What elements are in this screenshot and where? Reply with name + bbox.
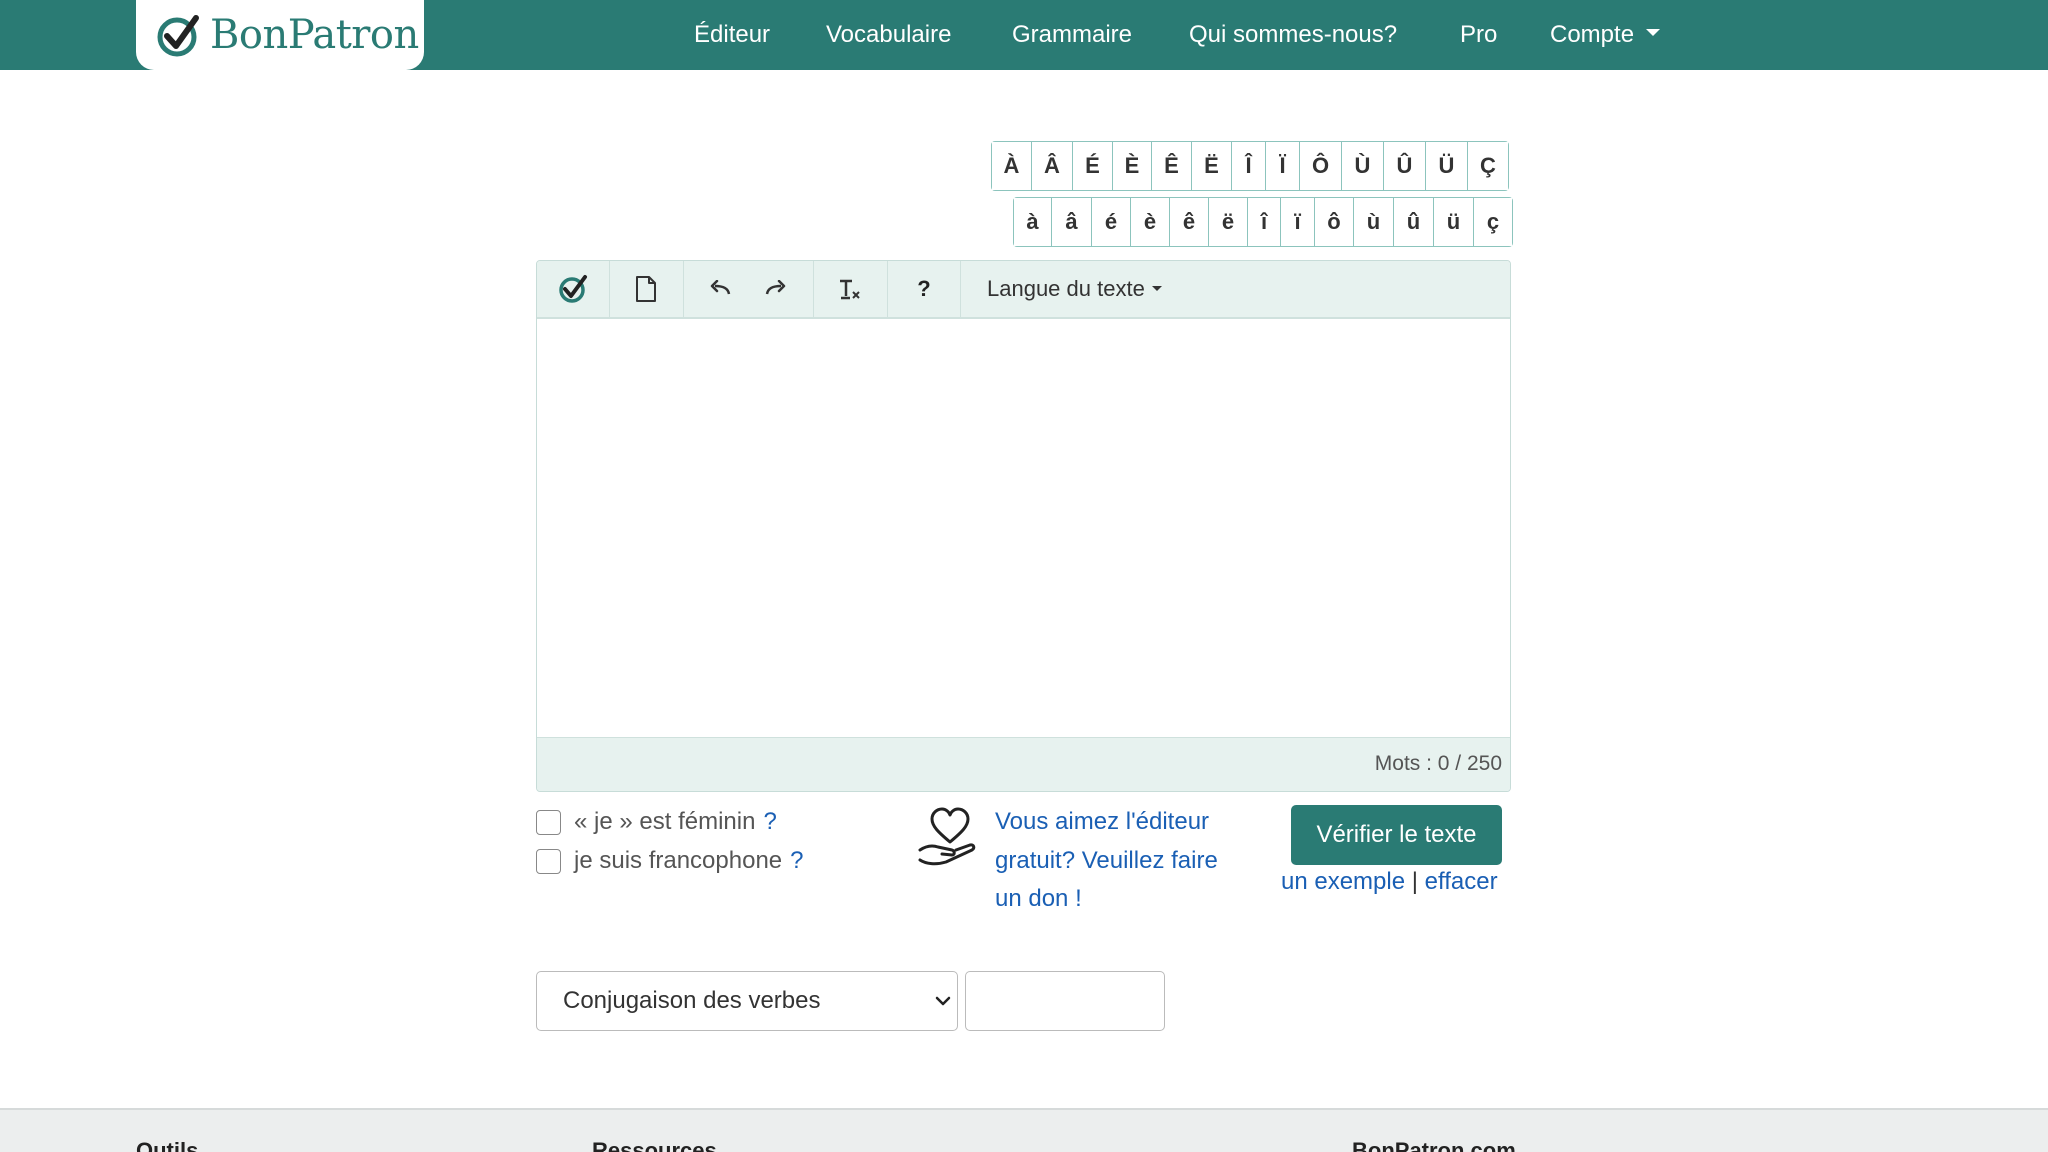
francophone-checkbox[interactable] — [536, 848, 561, 874]
nav-item-compte[interactable]: Compte — [1550, 0, 1661, 70]
feminine-checkbox[interactable] — [536, 809, 561, 835]
caret-down-icon — [1151, 285, 1162, 291]
lower-accent-key[interactable]: ô — [1315, 198, 1354, 246]
tool-select[interactable]: Conjugaison des verbes — [536, 971, 958, 1031]
upper-accent-key[interactable]: Î — [1232, 142, 1266, 190]
upper-accent-key[interactable]: È — [1113, 142, 1152, 190]
chevron-down-icon — [935, 996, 951, 1006]
lower-accent-key[interactable]: ê — [1170, 198, 1209, 246]
word-count: Mots : 0 / 250 — [537, 737, 1510, 791]
lower-accent-key[interactable]: ù — [1354, 198, 1394, 246]
redo-icon — [765, 280, 786, 295]
clear-link[interactable]: effacer — [1425, 868, 1498, 895]
upper-accent-key[interactable]: Ç — [1468, 142, 1508, 190]
upper-accent-key[interactable]: É — [1073, 142, 1113, 190]
new-document-icon — [636, 276, 656, 302]
donate-link[interactable]: Vous aimez l'éditeur gratuit? Veuillez f… — [995, 803, 1240, 919]
editor-toolbar: ? Langue du texte — [537, 261, 1510, 319]
check-circle-icon — [559, 275, 587, 303]
text-editor: ? Langue du texte Mots : 0 / 250 — [536, 260, 1511, 792]
lower-accent-key[interactable]: û — [1394, 198, 1434, 246]
check-text-button[interactable] — [537, 261, 609, 317]
nav-item-pro[interactable]: Pro — [1460, 0, 1497, 70]
lower-accent-key[interactable]: ü — [1434, 198, 1474, 246]
top-navbar: BonPatron Éditeur Vocabulaire Grammaire … — [0, 0, 2048, 70]
lower-accent-key[interactable]: ï — [1281, 198, 1315, 246]
redo-button[interactable] — [753, 261, 799, 317]
verify-text-button[interactable]: Vérifier le texte — [1291, 805, 1502, 865]
lower-accent-key[interactable]: â — [1052, 198, 1092, 246]
new-document-button[interactable] — [610, 261, 682, 317]
nav-item-qui-sommes-nous[interactable]: Qui sommes-nous? — [1189, 0, 1397, 70]
uppercase-accent-keys: ÀÂÉÈÊËÎÏÔÙÛÜÇ — [991, 141, 1509, 191]
language-dropdown[interactable]: Langue du texte — [987, 261, 1162, 317]
caret-down-icon — [1646, 29, 1661, 37]
upper-accent-key[interactable]: Ï — [1266, 142, 1300, 190]
nav-item-vocabulaire[interactable]: Vocabulaire — [826, 0, 951, 70]
footer: Outils Ressources BonPatron.com — [0, 1108, 2048, 1152]
feminine-help-link[interactable]: ? — [763, 808, 776, 836]
heart-hand-icon — [918, 807, 976, 866]
compte-label: Compte — [1550, 21, 1635, 48]
upper-accent-key[interactable]: Ë — [1192, 142, 1232, 190]
check-circle-logo-icon — [157, 15, 199, 57]
option-francophone: je suis francophone ? — [536, 847, 804, 875]
action-links: un exemple | effacer — [1281, 868, 1498, 896]
option-feminine: « je » est féminin ? — [536, 808, 777, 836]
verb-input[interactable] — [965, 971, 1165, 1031]
lower-accent-key[interactable]: î — [1248, 198, 1281, 246]
link-separator: | — [1411, 868, 1418, 895]
upper-accent-key[interactable]: Ü — [1426, 142, 1468, 190]
upper-accent-key[interactable]: Û — [1384, 142, 1426, 190]
feminine-label: « je » est féminin — [574, 808, 756, 835]
footer-heading-tools: Outils — [136, 1138, 199, 1152]
brand-logo[interactable]: BonPatron — [136, 0, 424, 70]
lower-accent-key[interactable]: é — [1092, 198, 1131, 246]
footer-heading-resources: Ressources — [592, 1138, 717, 1152]
upper-accent-key[interactable]: Â — [1032, 142, 1073, 190]
francophone-label: je suis francophone — [574, 847, 783, 874]
upper-accent-key[interactable]: Ê — [1152, 142, 1192, 190]
nav-item-grammaire[interactable]: Grammaire — [1012, 0, 1132, 70]
clear-format-button[interactable] — [814, 261, 886, 317]
lower-accent-key[interactable]: è — [1131, 198, 1170, 246]
language-label: Langue du texte — [987, 276, 1145, 301]
undo-icon — [710, 280, 731, 295]
editor-text-area[interactable] — [537, 319, 1510, 733]
nav-item-editeur[interactable]: Éditeur — [694, 0, 770, 70]
brand-name: BonPatron — [210, 12, 419, 58]
upper-accent-key[interactable]: À — [992, 142, 1032, 190]
help-button[interactable]: ? — [888, 261, 960, 317]
lower-accent-key[interactable]: ë — [1209, 198, 1248, 246]
clear-format-icon — [840, 279, 860, 300]
footer-heading-site: BonPatron.com — [1352, 1138, 1516, 1152]
undo-button[interactable] — [697, 261, 743, 317]
lowercase-accent-keys: àâéèêëîïôùûüç — [1013, 197, 1513, 247]
francophone-help-link[interactable]: ? — [790, 847, 803, 875]
tool-select-value: Conjugaison des verbes — [563, 987, 821, 1014]
lower-accent-key[interactable]: à — [1014, 198, 1052, 246]
example-link[interactable]: un exemple — [1281, 868, 1405, 895]
upper-accent-key[interactable]: Ù — [1342, 142, 1384, 190]
lower-accent-key[interactable]: ç — [1474, 198, 1512, 246]
upper-accent-key[interactable]: Ô — [1300, 142, 1342, 190]
